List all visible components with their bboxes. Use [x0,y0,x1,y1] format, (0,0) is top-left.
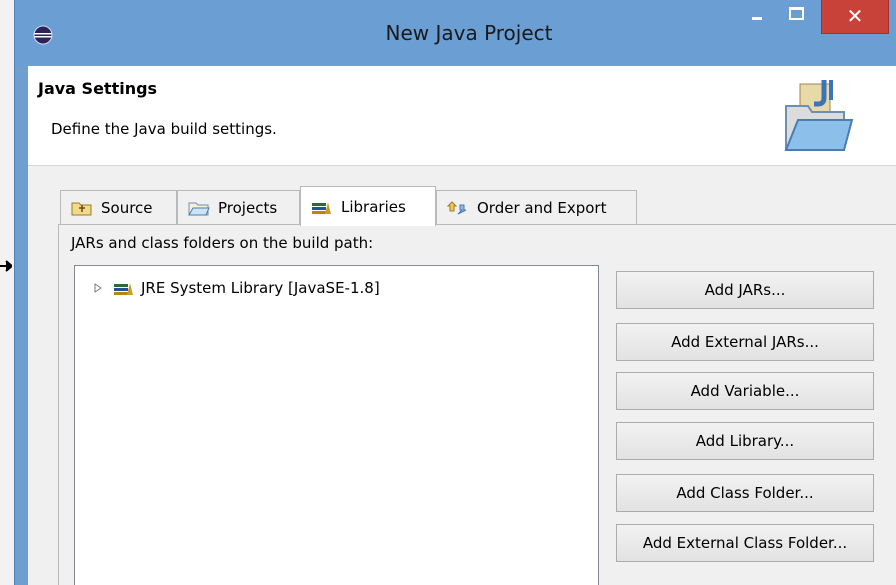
close-icon: ✕ [846,4,864,28]
new-java-project-dialog: New Java Project ✕ Java Settings Define … [14,0,896,585]
add-library-button[interactable]: Add Library... [616,422,874,460]
minimize-icon [752,17,762,20]
tree-item-label: JRE System Library [JavaSE-1.8] [141,279,380,297]
expand-arrow-icon[interactable] [93,283,103,293]
maximize-button[interactable] [775,0,817,34]
open-folder-icon [784,80,854,151]
folder-icon [188,202,210,216]
dialog-body: Java Settings Define the Java build sett… [28,66,896,585]
title-bar[interactable]: New Java Project ✕ [15,0,896,66]
tab-source[interactable]: Source [60,190,177,225]
tab-projects[interactable]: Projects [177,190,300,225]
tab-libraries[interactable]: Libraries [300,186,436,226]
add-external-jars-button[interactable]: Add External JARs... [616,323,874,361]
minimize-button[interactable] [737,0,775,34]
tab-order-and-export[interactable]: Order and Export [436,190,637,225]
library-icon [114,283,133,295]
source-folder-icon [71,202,92,216]
build-path-tree[interactable]: JRE System Library [JavaSE-1.8] [74,265,599,585]
add-external-class-folder-button[interactable]: Add External Class Folder... [616,524,874,562]
add-jars-button[interactable]: Add JARs... [616,271,874,309]
tree-item-jre-system-library[interactable]: JRE System Library [JavaSE-1.8] [93,278,380,298]
libraries-panel: JARs and class folders on the build path… [58,224,896,585]
page-description: Define the Java build settings. [51,120,277,138]
library-icon [312,201,331,214]
build-path-label: JARs and class folders on the build path… [71,234,374,252]
add-variable-button[interactable]: Add Variable... [616,372,874,410]
add-class-folder-button[interactable]: Add Class Folder... [616,474,874,512]
page-title: Java Settings [38,79,158,98]
order-export-icon [447,201,467,215]
close-button[interactable]: ✕ [821,0,889,34]
maximize-icon [789,7,804,20]
wizard-header: Java Settings Define the Java build sett… [28,66,896,166]
pointer-arrow-icon [0,260,12,272]
